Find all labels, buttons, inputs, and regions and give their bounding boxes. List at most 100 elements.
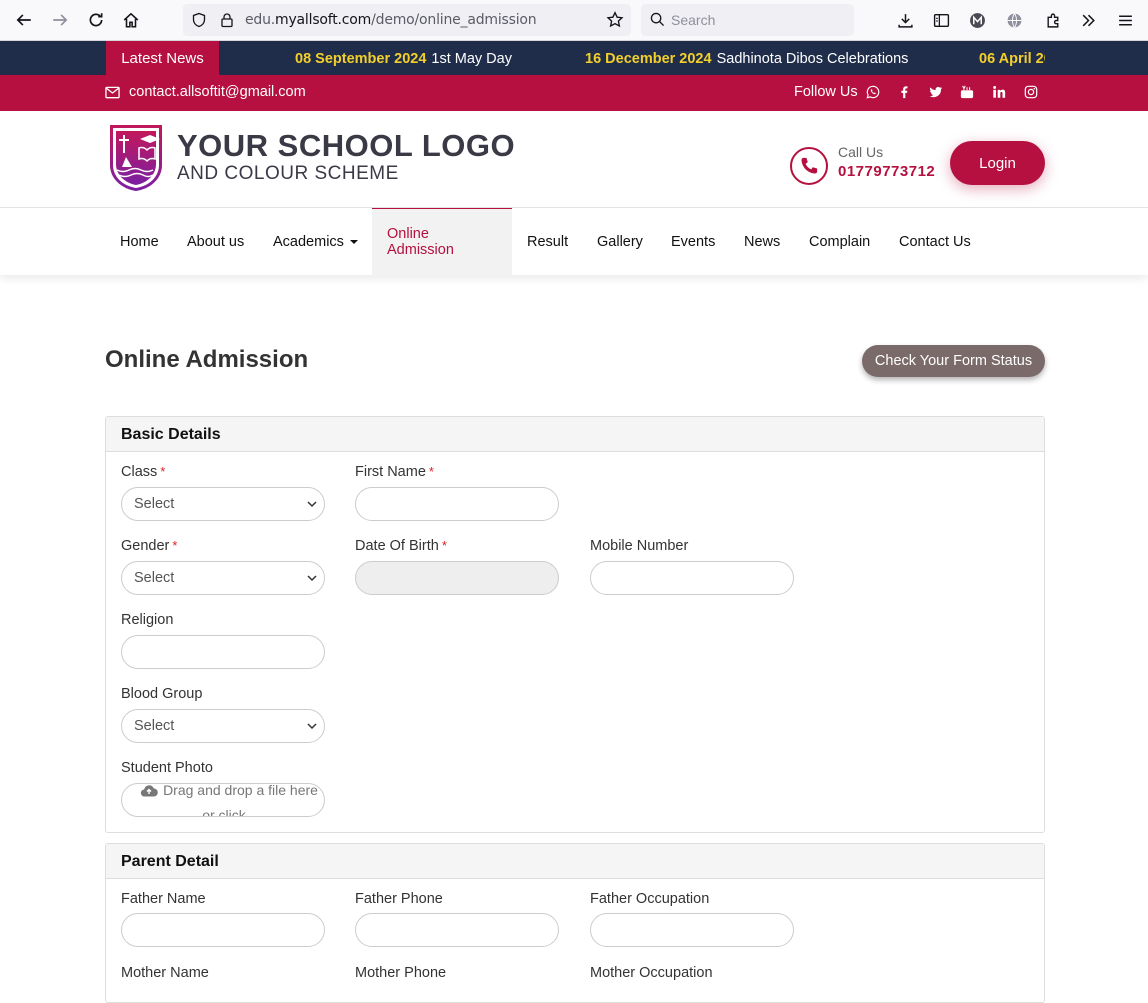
nav-item-home[interactable]: Home bbox=[105, 208, 174, 275]
page-title: Online Admission bbox=[105, 346, 309, 373]
follow-us-label: Follow Us bbox=[794, 84, 858, 100]
overflow-chevron-icon[interactable] bbox=[1078, 10, 1098, 30]
back-icon[interactable] bbox=[12, 8, 36, 32]
dropzone-line1: Drag and drop a file here bbox=[163, 783, 318, 798]
lock-icon[interactable] bbox=[219, 12, 235, 28]
first-name-input[interactable] bbox=[355, 487, 559, 521]
phone-icon bbox=[790, 147, 828, 185]
download-icon[interactable] bbox=[895, 10, 915, 30]
required-marker: * bbox=[428, 464, 434, 479]
menu-icon[interactable] bbox=[1115, 10, 1135, 30]
envelope-icon bbox=[105, 86, 120, 98]
student-photo-dropzone[interactable]: Drag and drop a file here or click bbox=[121, 783, 325, 817]
gender-select-value: Select bbox=[134, 570, 175, 586]
mother-phone-label: Mother Phone bbox=[355, 965, 447, 981]
nav-item-gallery[interactable]: Gallery bbox=[582, 208, 658, 275]
facebook-icon[interactable] bbox=[896, 84, 912, 100]
mobile-label: Mobile Number bbox=[590, 538, 689, 554]
youtube-icon[interactable] bbox=[959, 84, 975, 100]
basic-details-panel: Basic Details Class * Select First Name * … bbox=[105, 416, 1045, 833]
required-marker: * bbox=[441, 538, 447, 553]
class-label: Class * bbox=[121, 464, 165, 480]
school-crest-logo[interactable] bbox=[108, 123, 164, 193]
instagram-icon[interactable] bbox=[1023, 84, 1039, 100]
required-marker: * bbox=[160, 464, 166, 479]
contact-email-text: contact.allsoftit@gmail.com bbox=[129, 84, 306, 100]
reader-view-icon[interactable] bbox=[931, 10, 951, 30]
extensions-icon[interactable] bbox=[1043, 10, 1063, 30]
logo-title: YOUR SCHOOL LOGO bbox=[177, 128, 516, 163]
father-phone-input[interactable] bbox=[355, 913, 559, 947]
forward-icon[interactable] bbox=[48, 8, 72, 32]
chevron-down-icon bbox=[307, 723, 317, 730]
gender-label: Gender * bbox=[121, 538, 177, 554]
nav-item-contact[interactable]: Contact Us bbox=[884, 208, 986, 275]
nav-item-about[interactable]: About us bbox=[172, 208, 259, 275]
class-label-text: Class bbox=[121, 464, 158, 480]
parent-detail-panel: Parent Detail Father Name Father Phone F… bbox=[105, 843, 1045, 1003]
browser-toolbar: edu.myallsoft.com/demo/online_admission … bbox=[0, 0, 1148, 41]
cloud-upload-icon bbox=[140, 784, 158, 797]
father-name-label: Father Name bbox=[121, 891, 206, 907]
url-text[interactable]: edu.myallsoft.com/demo/online_admission bbox=[245, 12, 537, 28]
dropzone-text: Drag and drop a file here bbox=[134, 783, 324, 798]
shield-icon[interactable] bbox=[191, 12, 207, 28]
search-placeholder: Search bbox=[671, 12, 716, 28]
contact-bar: contact.allsoftit@gmail.com Follow Us bbox=[0, 75, 1148, 111]
site-header: YOUR SCHOOL LOGO AND COLOUR SCHEME Call … bbox=[0, 111, 1148, 208]
dropzone-line2: or click bbox=[202, 807, 246, 817]
check-form-status-button[interactable]: Check Your Form Status bbox=[862, 345, 1045, 377]
parent-detail-heading: Parent Detail bbox=[106, 844, 1044, 879]
news-ticker: Latest News 08 September 2024 1st May Day… bbox=[0, 41, 1148, 75]
whatsapp-icon[interactable] bbox=[865, 84, 881, 100]
basic-details-heading: Basic Details bbox=[106, 417, 1044, 452]
father-phone-label: Father Phone bbox=[355, 891, 443, 907]
reload-icon[interactable] bbox=[84, 8, 108, 32]
globe-icon[interactable] bbox=[1004, 10, 1024, 30]
login-button[interactable]: Login bbox=[950, 141, 1045, 185]
home-icon[interactable] bbox=[119, 8, 143, 32]
news-item[interactable]: 08 September 2024 1st May Day bbox=[295, 51, 512, 67]
bookmark-star-icon[interactable] bbox=[606, 11, 624, 29]
gender-label-text: Gender bbox=[121, 538, 170, 554]
first-name-label-text: First Name bbox=[355, 464, 426, 480]
twitter-icon[interactable] bbox=[928, 84, 944, 100]
caret-down-icon bbox=[349, 239, 358, 244]
nav-item-news[interactable]: News bbox=[729, 208, 795, 275]
linkedin-icon[interactable] bbox=[991, 84, 1007, 100]
blood-group-select[interactable]: Select bbox=[121, 709, 325, 743]
contact-email[interactable]: contact.allsoftit@gmail.com bbox=[105, 84, 306, 100]
religion-label: Religion bbox=[121, 612, 174, 628]
nav-item-events[interactable]: Events bbox=[656, 208, 730, 275]
class-select-value: Select bbox=[134, 496, 175, 512]
news-item[interactable]: 16 December 2024 Sadhinota Dibos Celebrat… bbox=[585, 51, 908, 67]
class-select[interactable]: Select bbox=[121, 487, 325, 521]
news-item[interactable]: 06 April 20 bbox=[979, 51, 1045, 67]
logo-subtitle: AND COLOUR SCHEME bbox=[177, 163, 399, 184]
religion-input[interactable] bbox=[121, 635, 325, 669]
account-avatar-icon[interactable] bbox=[967, 10, 987, 30]
gender-select[interactable]: Select bbox=[121, 561, 325, 595]
nav-item-complain[interactable]: Complain bbox=[794, 208, 885, 275]
chevron-down-icon bbox=[307, 575, 317, 582]
nav-item-result[interactable]: Result bbox=[512, 208, 583, 275]
call-number[interactable]: 01779773712 bbox=[838, 163, 935, 180]
news-track: 08 September 2024 1st May Day 16 December… bbox=[219, 41, 1045, 75]
mother-occupation-label: Mother Occupation bbox=[590, 965, 713, 981]
father-occupation-input[interactable] bbox=[590, 913, 794, 947]
search-icon bbox=[650, 12, 665, 27]
nav-item-academics[interactable]: Academics bbox=[258, 208, 373, 275]
blood-group-label: Blood Group bbox=[121, 686, 203, 702]
dob-label: Date Of Birth * bbox=[355, 538, 447, 554]
mobile-input[interactable] bbox=[590, 561, 794, 595]
browser-search[interactable]: Search bbox=[641, 4, 854, 36]
father-name-input[interactable] bbox=[121, 913, 325, 947]
main-nav: Home About us Academics Online Admission… bbox=[0, 208, 1148, 275]
nav-item-academics-label: Academics bbox=[273, 233, 344, 250]
nav-item-online-admission[interactable]: Online Admission bbox=[372, 208, 512, 275]
dob-label-text: Date Of Birth bbox=[355, 538, 439, 554]
latest-news-label: Latest News bbox=[106, 41, 219, 75]
required-marker: * bbox=[172, 538, 178, 553]
dob-input[interactable] bbox=[355, 561, 559, 595]
url-bar[interactable]: edu.myallsoft.com/demo/online_admission bbox=[183, 4, 631, 36]
